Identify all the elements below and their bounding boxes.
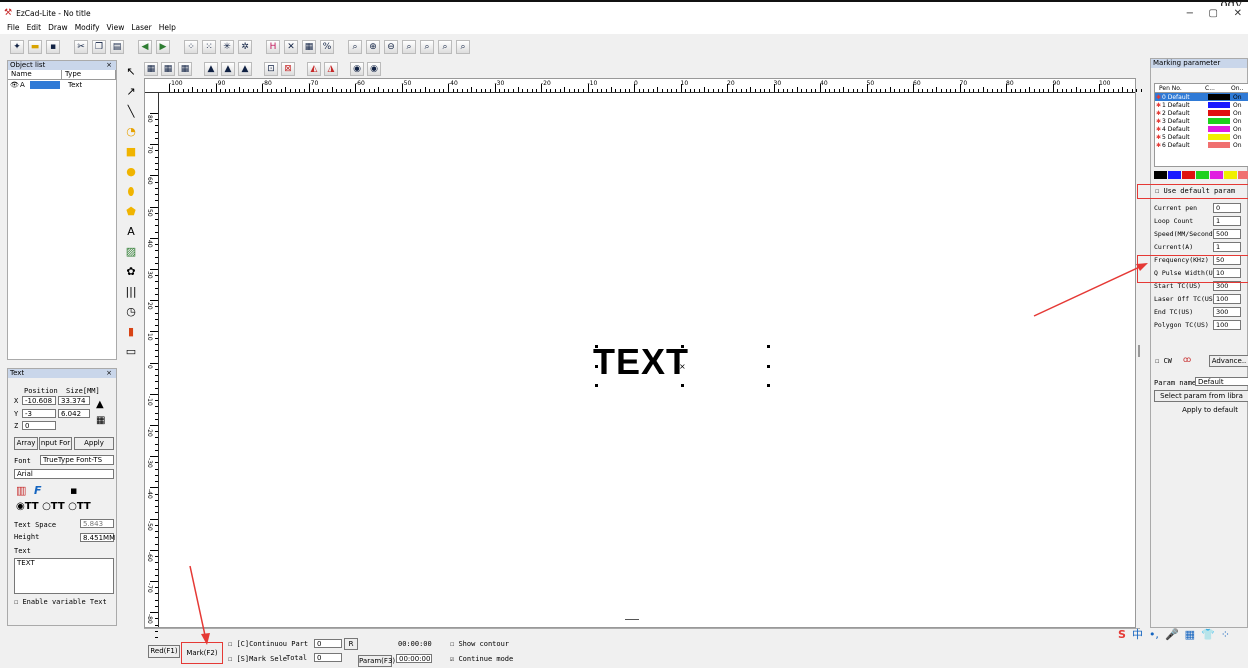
arrow-to-mark <box>189 565 207 641</box>
skin-icon[interactable]: 👕 <box>1201 628 1215 641</box>
keyboard-icon[interactable]: ▦ <box>1185 628 1195 641</box>
annotation-arrows <box>189 263 1148 645</box>
microphone-icon[interactable]: 🎤 <box>1165 628 1179 641</box>
arrow-head-frequency <box>1136 263 1148 271</box>
arrow-head-mark <box>201 633 210 645</box>
apps-icon[interactable]: ⁘ <box>1221 628 1230 641</box>
punctuation-icon[interactable]: •, <box>1149 628 1159 641</box>
arrow-to-frequency <box>1033 263 1147 317</box>
ime-logo-icon[interactable]: S <box>1118 628 1126 641</box>
system-tray: S 中 •, 🎤 ▦ 👕 ⁘ <box>1118 624 1248 644</box>
ime-language-icon[interactable]: 中 <box>1132 626 1143 642</box>
